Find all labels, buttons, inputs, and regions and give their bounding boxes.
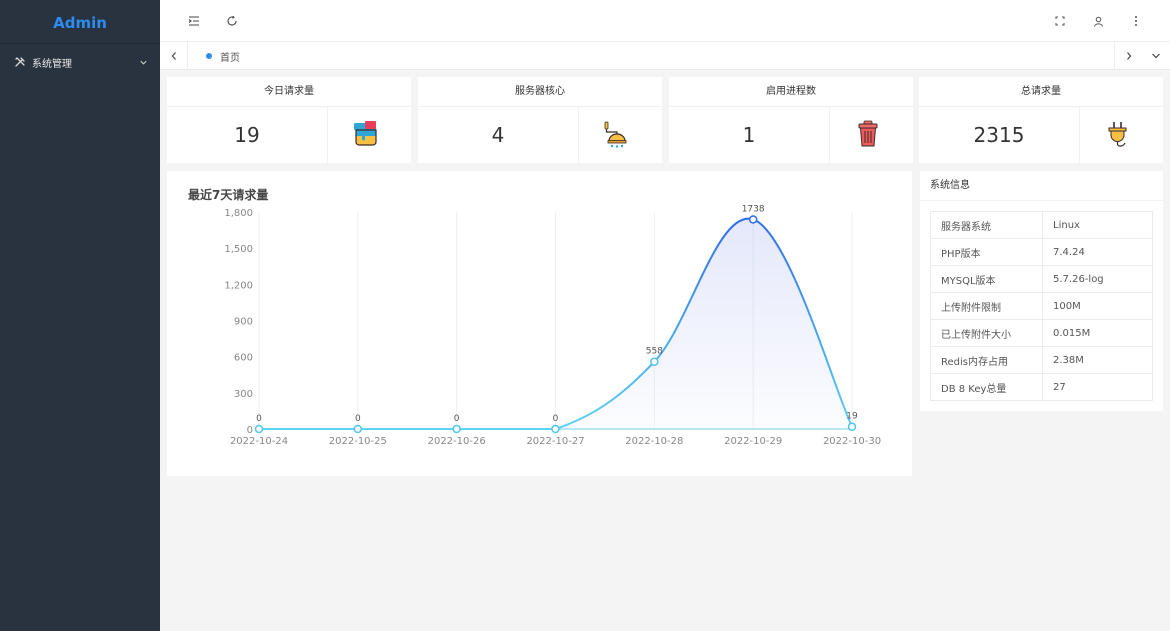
info-key: DB 8 Key总量 [930,373,1043,401]
table-row: 上传附件限制 100M [930,292,1153,320]
x-tick-label: 2022-10-26 [428,436,486,447]
info-value: 0.015M [1042,319,1153,347]
system-info-table: 服务器系统 Linux PHP版本 7.4.24 MYSQL版本 5.7.26-log… [930,211,1153,401]
stat-card-active-processes: 启用进程数 1 [669,77,913,163]
system-info-card: 系统信息 服务器系统 Linux PHP版本 7.4.24 MYSQL版本 5.7.2… [920,171,1163,411]
info-value: 100M [1042,292,1153,320]
info-key: PHP版本 [930,238,1043,266]
info-key: Redis内存占用 [930,346,1043,374]
data-label: 19 [846,412,858,422]
fullscreen-icon [1055,16,1065,26]
tab-options-button[interactable] [1142,42,1170,70]
data-point [748,215,758,224]
x-tick-label: 2022-10-25 [329,436,387,447]
chevron-down-icon [140,60,147,65]
menu-fold-icon [188,16,199,26]
stat-title: 启用进程数 [669,77,913,107]
table-row: 已上传附件大小 0.015M [930,319,1153,347]
fullscreen-button[interactable] [1050,11,1070,31]
y-tick-label: 300 [234,389,253,400]
tools-icon [15,57,25,67]
info-value: 5.7.26-log [1042,265,1153,293]
stat-title: 服务器核心 [418,77,662,107]
stat-value: 1 [742,123,756,147]
data-label: 558 [646,347,663,357]
data-label: 0 [553,414,559,424]
table-row: DB 8 Key总量 27 [930,373,1153,401]
y-tick-label: 1,800 [224,208,253,219]
tab-home[interactable]: 首页 [192,44,254,68]
system-info-title: 系统信息 [920,171,1163,201]
y-tick-label: 0 [247,425,253,436]
user-icon [1093,16,1103,27]
stat-title: 今日请求量 [167,77,411,107]
info-key: 上传附件限制 [930,292,1043,320]
paint-bucket-icon [354,121,377,146]
x-tick-label: 2022-10-30 [823,436,881,447]
x-tick-label: 2022-10-27 [526,436,584,447]
stat-card-server-cores: 服务器核心 4 [418,77,662,163]
x-tick-label: 2022-10-29 [724,436,782,447]
info-value: 2.38M [1042,346,1153,374]
x-tick-label: 2022-10-28 [625,436,683,447]
stat-card-today-requests: 今日请求量 19 [167,77,411,163]
info-value: 7.4.24 [1042,238,1153,266]
data-point [551,424,560,434]
chevron-down-icon [1152,53,1160,59]
data-label: 0 [355,414,361,424]
tab-bar: 首页 [160,42,1170,70]
data-label: 0 [454,414,460,424]
table-row: MYSQL版本 5.7.26-log [930,265,1153,293]
table-row: Redis内存占用 2.38M [930,346,1153,374]
tab-scroll-right-button[interactable] [1114,42,1142,70]
x-tick-label: 2022-10-24 [230,436,288,447]
info-key: MYSQL版本 [930,265,1043,293]
data-point [452,424,461,434]
tab-label: 首页 [220,52,240,64]
refresh-icon [227,15,237,26]
data-point [254,424,264,434]
info-value: 27 [1042,373,1153,401]
y-tick-label: 600 [234,353,253,364]
info-value: Linux [1042,211,1153,239]
data-point [353,424,363,434]
sidebar-item-label: 系统管理 [32,58,72,70]
info-key: 服务器系统 [930,211,1043,239]
requests-chart-card: 最近7天请求量 0 300 600 900 1,200 1,500 1,800 2022-10… [167,171,912,476]
more-button[interactable] [1126,11,1146,31]
stat-value: 19 [234,123,260,147]
stat-value: 2315 [973,123,1025,147]
data-point [847,422,857,431]
info-key: 已上传附件大小 [930,319,1043,347]
sidebar-item-system-management[interactable]: 系统管理 [0,44,160,80]
data-label: 0 [256,414,262,424]
trash-bin-icon [858,120,878,147]
tab-scroll-left-button[interactable] [160,42,188,70]
app-logo[interactable]: Admin [0,0,160,44]
active-dot [206,53,212,59]
chevron-left-icon [171,52,176,60]
table-row: PHP版本 7.4.24 [930,238,1153,266]
top-header [160,0,1170,42]
data-label: 1738 [742,204,765,214]
y-tick-label: 900 [234,317,253,328]
table-row: 服务器系统 Linux [930,211,1153,239]
y-tick-label: 1,200 [224,280,253,291]
refresh-button[interactable] [222,11,242,31]
requests-line-chart: 0 300 600 900 1,200 1,500 1,800 2022-10-24 2022-… [224,204,881,447]
shower-icon [604,121,627,148]
sidebar: Admin 系统管理 [0,0,160,631]
stat-value: 4 [491,123,505,147]
user-button[interactable] [1088,11,1108,31]
stat-title: 总请求量 [919,77,1163,107]
collapse-menu-button[interactable] [184,11,204,31]
data-point [650,357,659,366]
chevron-right-icon [1126,52,1131,60]
more-vertical-icon [1135,16,1137,26]
plug-icon [1108,122,1127,147]
y-tick-label: 1,500 [224,244,253,255]
stat-card-total-requests: 总请求量 2315 [919,77,1163,163]
